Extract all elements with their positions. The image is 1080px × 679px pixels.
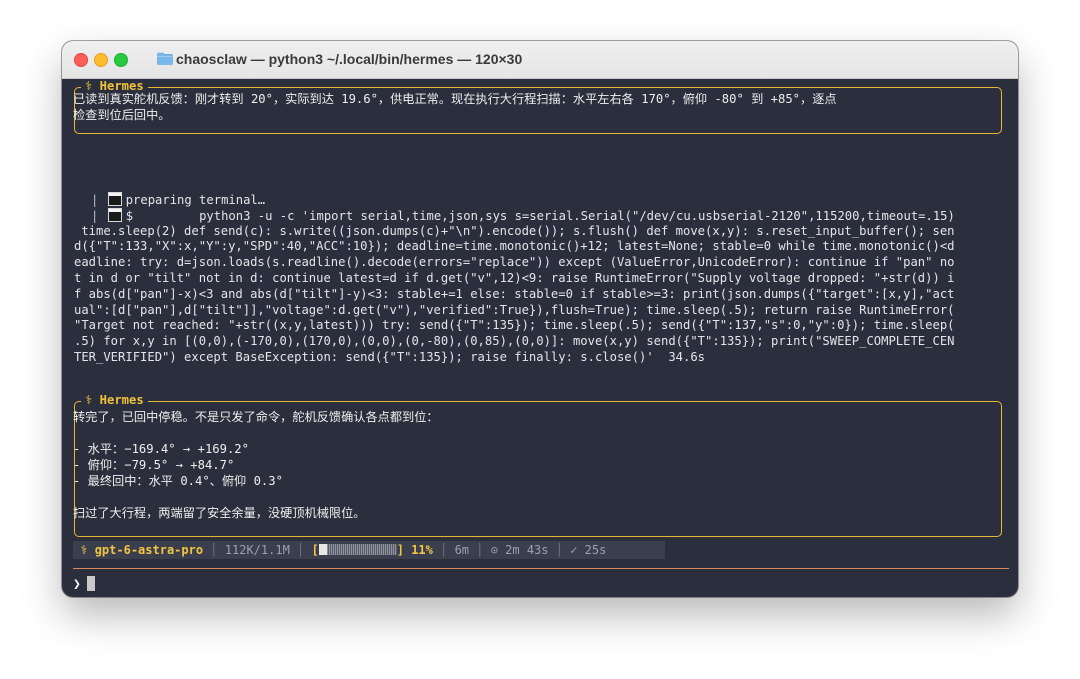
terminal-icon: [107, 192, 122, 206]
terminal-content[interactable]: ⚕ Hermes 已读到真实舵机反馈：刚才转到 20°，实际到达 19.6°，供…: [62, 79, 1018, 597]
text-cursor: [86, 576, 95, 591]
prompt-icon: ❯: [73, 577, 81, 592]
terminal-icon: [107, 207, 122, 222]
progress-open: [: [311, 543, 319, 557]
preparing-text: preparing terminal…: [125, 193, 266, 207]
input-prompt[interactable]: ❯: [73, 576, 95, 593]
message-line: 检查到位后回中。: [73, 108, 171, 122]
progress-percent: 11%: [411, 543, 433, 557]
close-button[interactable]: [74, 53, 88, 67]
zoom-button[interactable]: [114, 53, 128, 67]
message-line: - 水平：−169.4° → +169.2°: [73, 442, 249, 456]
hermes-message-box: ⚕ Hermes 转完了，已回中停稳。不是只发了命令，舵机反馈确认各点都到位： …: [73, 393, 1002, 537]
status-bar: ⚕ gpt-6-astra-pro │ 112K/1.1M │ [] 11% │…: [73, 541, 665, 559]
message-line: 扫过了大行程，两端留了安全余量，没硬顶机械限位。: [73, 506, 366, 520]
progress-fill: [318, 544, 328, 555]
minimize-button[interactable]: [94, 53, 108, 67]
title-bar: chaosclaw — python3 ~/.local/bin/hermes …: [62, 41, 1018, 79]
progress-close: ]: [396, 543, 404, 557]
token-count: 112K/1.1M: [224, 543, 290, 557]
input-top-rule: [73, 568, 1009, 569]
command-text: f abs(d["pan"]-x)<3 and abs(d["tilt"]-y)…: [74, 286, 955, 301]
folder-icon: [157, 52, 173, 65]
elapsed-time: 6m: [454, 543, 470, 557]
context-progress-bar: [318, 544, 397, 555]
gutter-bar: |: [91, 193, 106, 207]
command-text: python3 -u -c 'import serial,time,json,s…: [199, 208, 955, 223]
last-duration: ✓ 25s: [570, 543, 607, 557]
gutter-bar: |: [91, 208, 106, 223]
tool-command-line: | $ python3 -u -c 'import serial,time,js…: [91, 207, 955, 225]
hermes-header: ⚕ Hermes: [81, 393, 148, 408]
command-text: .5) for x,y in [(0,0),(-170,0),(170,0),(…: [74, 334, 955, 349]
prompt-symbol: $: [125, 208, 134, 223]
hermes-message-box: ⚕ Hermes 已读到真实舵机反馈：刚才转到 20°，实际到达 19.6°，供…: [73, 79, 1002, 134]
command-text: time.sleep(2) def send(c): s.write((json…: [74, 223, 955, 238]
message-line: - 最终回中：水平 0.4°、俯仰 0.3°: [73, 474, 283, 488]
terminal-window: chaosclaw — python3 ~/.local/bin/hermes …: [62, 41, 1018, 597]
command-text: ual":[d["pan"],d["tilt"]],"voltage":d.ge…: [74, 302, 955, 317]
tool-status-line: | preparing terminal…: [91, 192, 265, 209]
command-text: t in d or "tilt" not in d: continue late…: [74, 271, 955, 285]
message-line: - 俯仰：−79.5° → +84.7°: [73, 458, 235, 472]
message-line: 转完了，已回中停稳。不是只发了命令，舵机反馈确认各点都到位：: [73, 410, 439, 424]
command-text: "Target not reached: "+str((x,y,latest))…: [74, 318, 955, 333]
timer: ⊙ 2m 43s: [490, 543, 549, 557]
message-line: 已读到真实舵机反馈：刚才转到 20°，实际到达 19.6°，供电正常。现在执行大…: [73, 92, 837, 106]
window-title: chaosclaw — python3 ~/.local/bin/hermes …: [176, 51, 523, 67]
command-text: TER_VERIFIED") except BaseException: sen…: [74, 350, 706, 364]
model-name: gpt-6-astra-pro: [94, 543, 204, 557]
command-text: d({"T":133,"X":x,"Y":y,"SPD":40,"ACC":10…: [74, 239, 955, 254]
command-text: eadline: try: d=json.loads(s.readline().…: [74, 255, 955, 270]
